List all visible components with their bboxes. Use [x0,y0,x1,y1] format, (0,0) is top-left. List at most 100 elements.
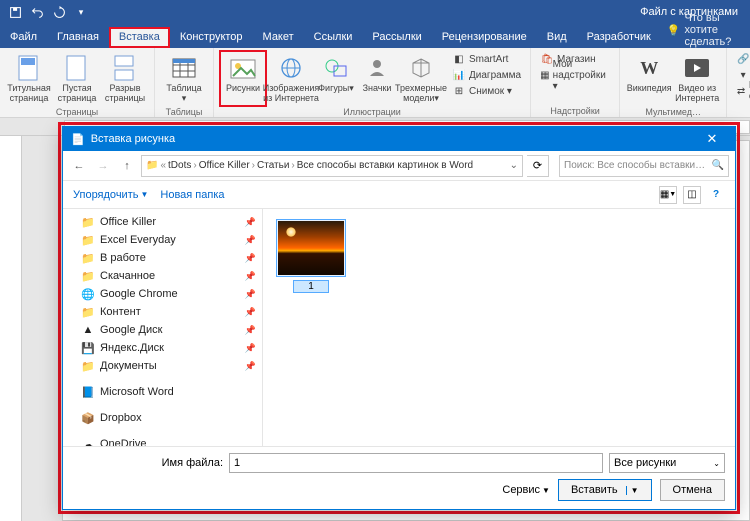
dialog-titlebar[interactable]: 📄 Вставка рисунка ✕ [63,127,735,151]
chevron-down-icon[interactable]: ⌄ [510,160,518,171]
search-input[interactable]: Поиск: Все способы вставки… 🔍 [559,155,729,177]
page-break-button[interactable]: Разрыв страницы [102,51,148,106]
save-button[interactable] [6,3,24,21]
pin-icon: 📌 [245,217,256,228]
blank-page-button[interactable]: Пустая страница [54,51,100,106]
tree-item[interactable]: 📁Excel Everyday📌 [63,231,262,249]
online-pictures-label: Изображения из Интернета [263,84,320,104]
undo-button[interactable] [28,3,46,21]
crossref-button[interactable]: ⇄Перекрестная ссылка [733,83,750,99]
ribbon-group-tables: Таблица ▾ Таблицы [155,48,214,117]
tab-references[interactable]: Ссылки [304,27,363,48]
crumb[interactable]: Статьи [257,160,289,171]
tab-view[interactable]: Вид [537,27,577,48]
tree-item[interactable]: 📁Скачанное📌 [63,267,262,285]
tree-item[interactable]: 🌐Google Chrome📌 [63,285,262,303]
tree-item-label: Google Диск [100,324,162,336]
tree-item[interactable]: 📁Контент📌 [63,303,262,321]
folder-tree[interactable]: 📁Office Killer📌📁Excel Everyday📌📁В работе… [63,209,263,446]
redo-button[interactable] [50,3,68,21]
new-folder-button[interactable]: Новая папка [160,189,224,201]
smartart-button[interactable]: ◧SmartArt [449,51,524,67]
tab-mailings[interactable]: Рассылки [362,27,431,48]
shapes-button[interactable]: Фигуры▾ [316,51,356,106]
insert-dropdown[interactable]: ▼ [626,486,639,495]
chart-label: Диаграмма [469,70,521,81]
crumb[interactable]: Office Killer [199,160,250,171]
tab-layout[interactable]: Макет [253,27,304,48]
back-button[interactable]: ← [69,156,89,176]
file-list[interactable]: 1 [263,209,735,446]
service-button[interactable]: Сервис▼ [502,484,550,496]
tree-item[interactable]: ▲Google Диск📌 [63,321,262,339]
my-addins-button[interactable]: ▦Мои надстройки ▾ [537,67,613,83]
online-video-button[interactable]: Видео из Интернета [674,51,720,106]
icons-button[interactable]: Значки [358,51,396,106]
video-label: Видео из Интернета [675,84,719,104]
folder-icon: 📁 [81,269,95,283]
ribbon-group-illustrations: Рисунки Изображения из Интернета Фигуры▾… [214,48,531,117]
video-icon [682,53,712,83]
bookmark-button[interactable]: ▾Закладка [733,67,750,83]
chart-button[interactable]: 📊Диаграмма [449,67,524,83]
tree-item[interactable]: 📘Microsoft Word [63,383,262,401]
tree-item-label: В работе [100,252,146,264]
tree-item[interactable]: 📦Dropbox [63,409,262,427]
table-button[interactable]: Таблица ▾ [161,51,207,106]
smartart-label: SmartArt [469,54,508,65]
icons-icon [362,53,392,83]
refresh-button[interactable]: ⟳ [527,155,549,177]
vertical-ruler[interactable] [0,136,22,521]
my-addins-label: Мои надстройки ▾ [553,59,611,92]
filename-input[interactable] [229,453,603,473]
up-button[interactable]: ↑ [117,156,137,176]
tab-review[interactable]: Рецензирование [432,27,537,48]
breadcrumb[interactable]: 📁 « tDots› Office Killer› Статьи› Все сп… [141,155,523,177]
file-item[interactable]: 1 [273,219,349,293]
cover-page-button[interactable]: Титульная страница [6,51,52,106]
tab-design[interactable]: Конструктор [170,27,253,48]
dialog-title: Вставка рисунка [91,133,697,145]
tell-me-box[interactable]: 💡 Что вы хотите сделать? [667,12,750,48]
help-button[interactable]: ? [707,186,725,204]
dropbox-icon: 📦 [81,411,95,425]
online-pictures-button[interactable]: Изображения из Интернета [268,51,314,106]
cover-page-label: Титульная страница [7,84,50,104]
tree-item[interactable]: ☁OneDrive [63,435,262,446]
tab-home[interactable]: Главная [47,27,109,48]
tree-item[interactable]: 📁Office Killer📌 [63,213,262,231]
tables-group-label: Таблицы [161,106,207,118]
tab-file[interactable]: Файл [0,27,47,48]
cancel-button[interactable]: Отмена [660,479,725,501]
filetype-filter[interactable]: Все рисунки⌄ [609,453,725,473]
screenshot-label: Снимок ▾ [469,86,512,97]
organize-button[interactable]: Упорядочить▼ [73,189,148,201]
pin-icon: 📌 [245,235,256,246]
insert-button[interactable]: Вставить▼ [558,479,652,501]
tree-item[interactable]: 📁В работе📌 [63,249,262,267]
link-button[interactable]: 🔗Ссылка ▾ [733,51,750,67]
thumbnail [276,219,346,277]
ribbon-tabs: Файл Главная Вставка Конструктор Макет С… [0,24,750,48]
addins-group-label: Надстройки [537,105,613,117]
close-button[interactable]: ✕ [697,131,727,147]
tree-item[interactable]: 📁Документы📌 [63,357,262,375]
chrome-icon: 🌐 [81,287,95,301]
view-mode-button[interactable]: ▦▼ [659,186,677,204]
qat-customize-button[interactable]: ▾ [72,3,90,21]
3d-models-button[interactable]: Трехмерные модели▾ [398,51,444,106]
wikipedia-button[interactable]: WВикипедия [626,51,672,106]
tab-developer[interactable]: Разработчик [577,27,661,48]
crumb[interactable]: tDots [168,160,191,171]
tree-item[interactable]: 💾Яндекс.Диск📌 [63,339,262,357]
crumb[interactable]: Все способы вставки картинок в Word [297,160,473,171]
ribbon: Титульная страница Пустая страница Разры… [0,48,750,118]
forward-button[interactable]: → [93,156,113,176]
pin-icon: 📌 [245,307,256,318]
tree-item-label: Яндекс.Диск [100,342,164,354]
screenshot-button[interactable]: ⊞Снимок ▾ [449,83,524,99]
pictures-button[interactable]: Рисунки [220,51,266,106]
preview-pane-button[interactable]: ◫ [683,186,701,204]
tab-insert[interactable]: Вставка [109,27,170,48]
search-icon: 🔍 [712,160,724,171]
